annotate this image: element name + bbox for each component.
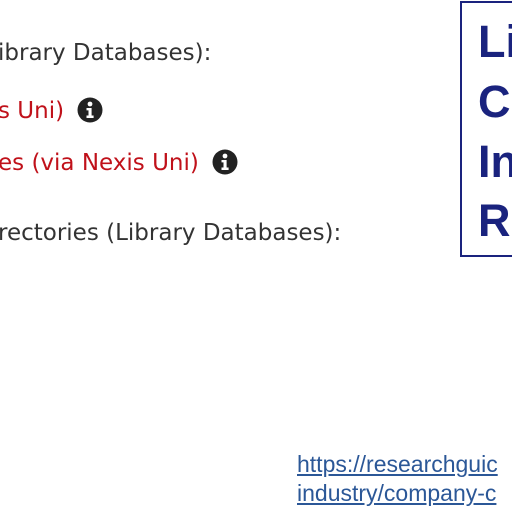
callout-line-4: R xyxy=(478,195,511,246)
url-link-line-2[interactable]: industry/company-c xyxy=(297,479,496,507)
text-line-directories: rectories (Library Databases): xyxy=(0,218,341,248)
database-link-1[interactable]: s Uni) xyxy=(0,98,64,124)
text-line-library-databases: ibrary Databases): xyxy=(0,38,211,68)
title-callout-box: Li Co In R xyxy=(460,1,512,257)
callout-line-3: In xyxy=(478,136,512,187)
list-item-database-1: s Uni) xyxy=(0,96,103,126)
text-directories: rectories (Library Databases): xyxy=(0,220,342,246)
url-link-line-1[interactable]: https://researchguic xyxy=(297,450,498,478)
text-library-databases: ibrary Databases): xyxy=(0,40,212,66)
callout-line-1: Li xyxy=(478,16,512,67)
database-link-2[interactable]: es (via Nexis Uni) xyxy=(0,150,199,176)
info-icon[interactable] xyxy=(212,149,238,175)
info-icon[interactable] xyxy=(77,97,103,123)
callout-line-2: Co xyxy=(478,76,512,127)
list-item-database-2: es (via Nexis Uni) xyxy=(0,148,238,178)
